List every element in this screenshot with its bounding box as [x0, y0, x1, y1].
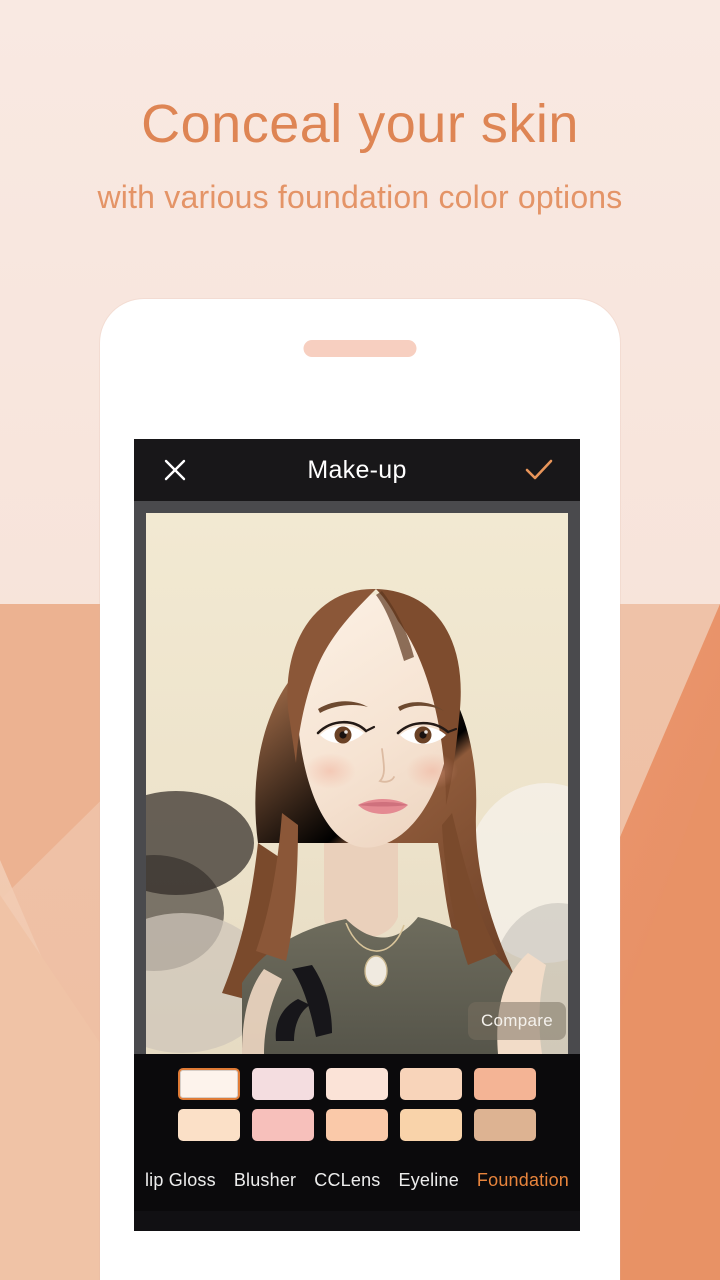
tab-cclens[interactable]: CCLens: [314, 1170, 380, 1191]
confirm-button[interactable]: [522, 453, 556, 487]
swatch-rose-ivory[interactable]: [252, 1068, 314, 1100]
tab-blusher[interactable]: Blusher: [234, 1170, 296, 1191]
swatch-deep-honey[interactable]: [474, 1109, 536, 1141]
swatch-soft-peach[interactable]: [326, 1068, 388, 1100]
close-button[interactable]: [158, 453, 192, 487]
swatch-cream-beige[interactable]: [178, 1109, 240, 1141]
swatch-row-2: [134, 1109, 580, 1141]
swatch-golden-nude[interactable]: [400, 1109, 462, 1141]
compare-button[interactable]: Compare: [467, 1002, 566, 1040]
tab-foundation[interactable]: Foundation: [477, 1170, 569, 1191]
makeup-category-tabs: lip Gloss Blusher CCLens Eyeline Foundation: [134, 1156, 580, 1211]
app-title: Make-up: [307, 455, 407, 484]
promo-subtitle: with various foundation color options: [97, 178, 623, 215]
swatch-porcelain[interactable]: [178, 1068, 240, 1100]
tab-eyeline[interactable]: Eyeline: [398, 1170, 458, 1191]
phone-speaker: [303, 340, 417, 357]
portrait-illustration: [146, 513, 568, 1054]
portrait-photo[interactable]: Compare: [146, 513, 568, 1054]
swatch-apricot[interactable]: [474, 1068, 536, 1100]
promo-banner: Conceal your skin with various foundatio…: [0, 0, 720, 216]
app-header: Make-up: [134, 439, 580, 501]
foundation-palette: [134, 1054, 580, 1156]
tab-lip-gloss[interactable]: lip Gloss: [145, 1170, 216, 1191]
close-x-icon: [164, 459, 186, 481]
check-icon: [525, 459, 553, 480]
phone-mockup: Make-up Compare lip Gloss Blusher CCLens…: [100, 299, 620, 1280]
photo-frame: Compare: [134, 501, 580, 1054]
swatch-row-1: [134, 1068, 580, 1100]
app-screen: Make-up Compare lip Gloss Blusher CCLens…: [134, 439, 580, 1231]
swatch-light-tan[interactable]: [326, 1109, 388, 1141]
promo-title: Conceal your skin: [141, 94, 579, 154]
swatch-blush-pink[interactable]: [252, 1109, 314, 1141]
swatch-warm-sand[interactable]: [400, 1068, 462, 1100]
